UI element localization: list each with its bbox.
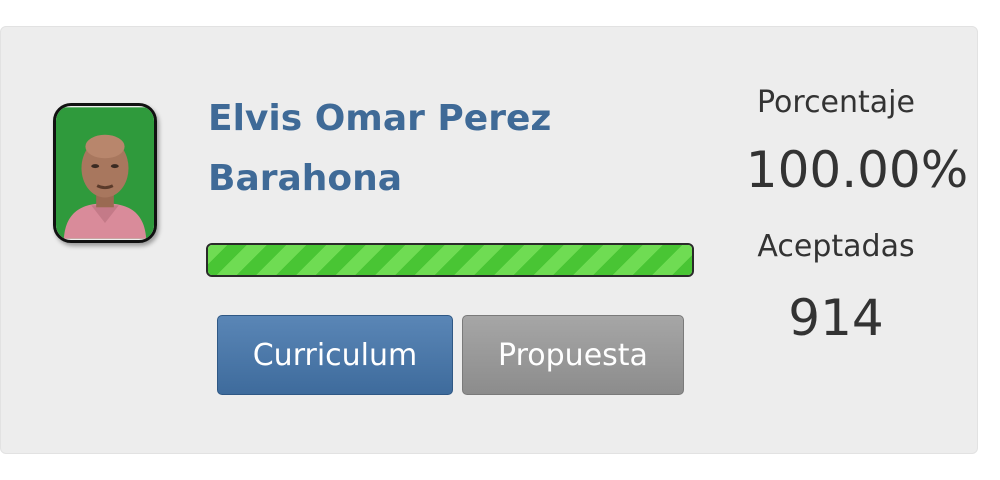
candidate-photo-icon <box>56 107 154 239</box>
progress-bar <box>206 243 694 277</box>
candidate-avatar <box>53 103 157 243</box>
candidate-name-line1: Elvis Omar Perez <box>208 98 552 139</box>
candidate-name: Elvis Omar Perez Barahona <box>208 89 628 209</box>
percentage-value: 100.00% <box>745 141 969 199</box>
propuesta-button[interactable]: Propuesta <box>462 315 684 395</box>
percentage-label: Porcentaje <box>757 85 915 120</box>
accepted-value: 914 <box>788 289 884 347</box>
candidate-card: Elvis Omar Perez Barahona Curriculum Pro… <box>0 26 978 454</box>
candidate-name-line2: Barahona <box>208 158 403 199</box>
progress-bar-fill <box>208 245 692 275</box>
accepted-label: Aceptadas <box>757 229 915 264</box>
curriculum-button[interactable]: Curriculum <box>217 315 453 395</box>
